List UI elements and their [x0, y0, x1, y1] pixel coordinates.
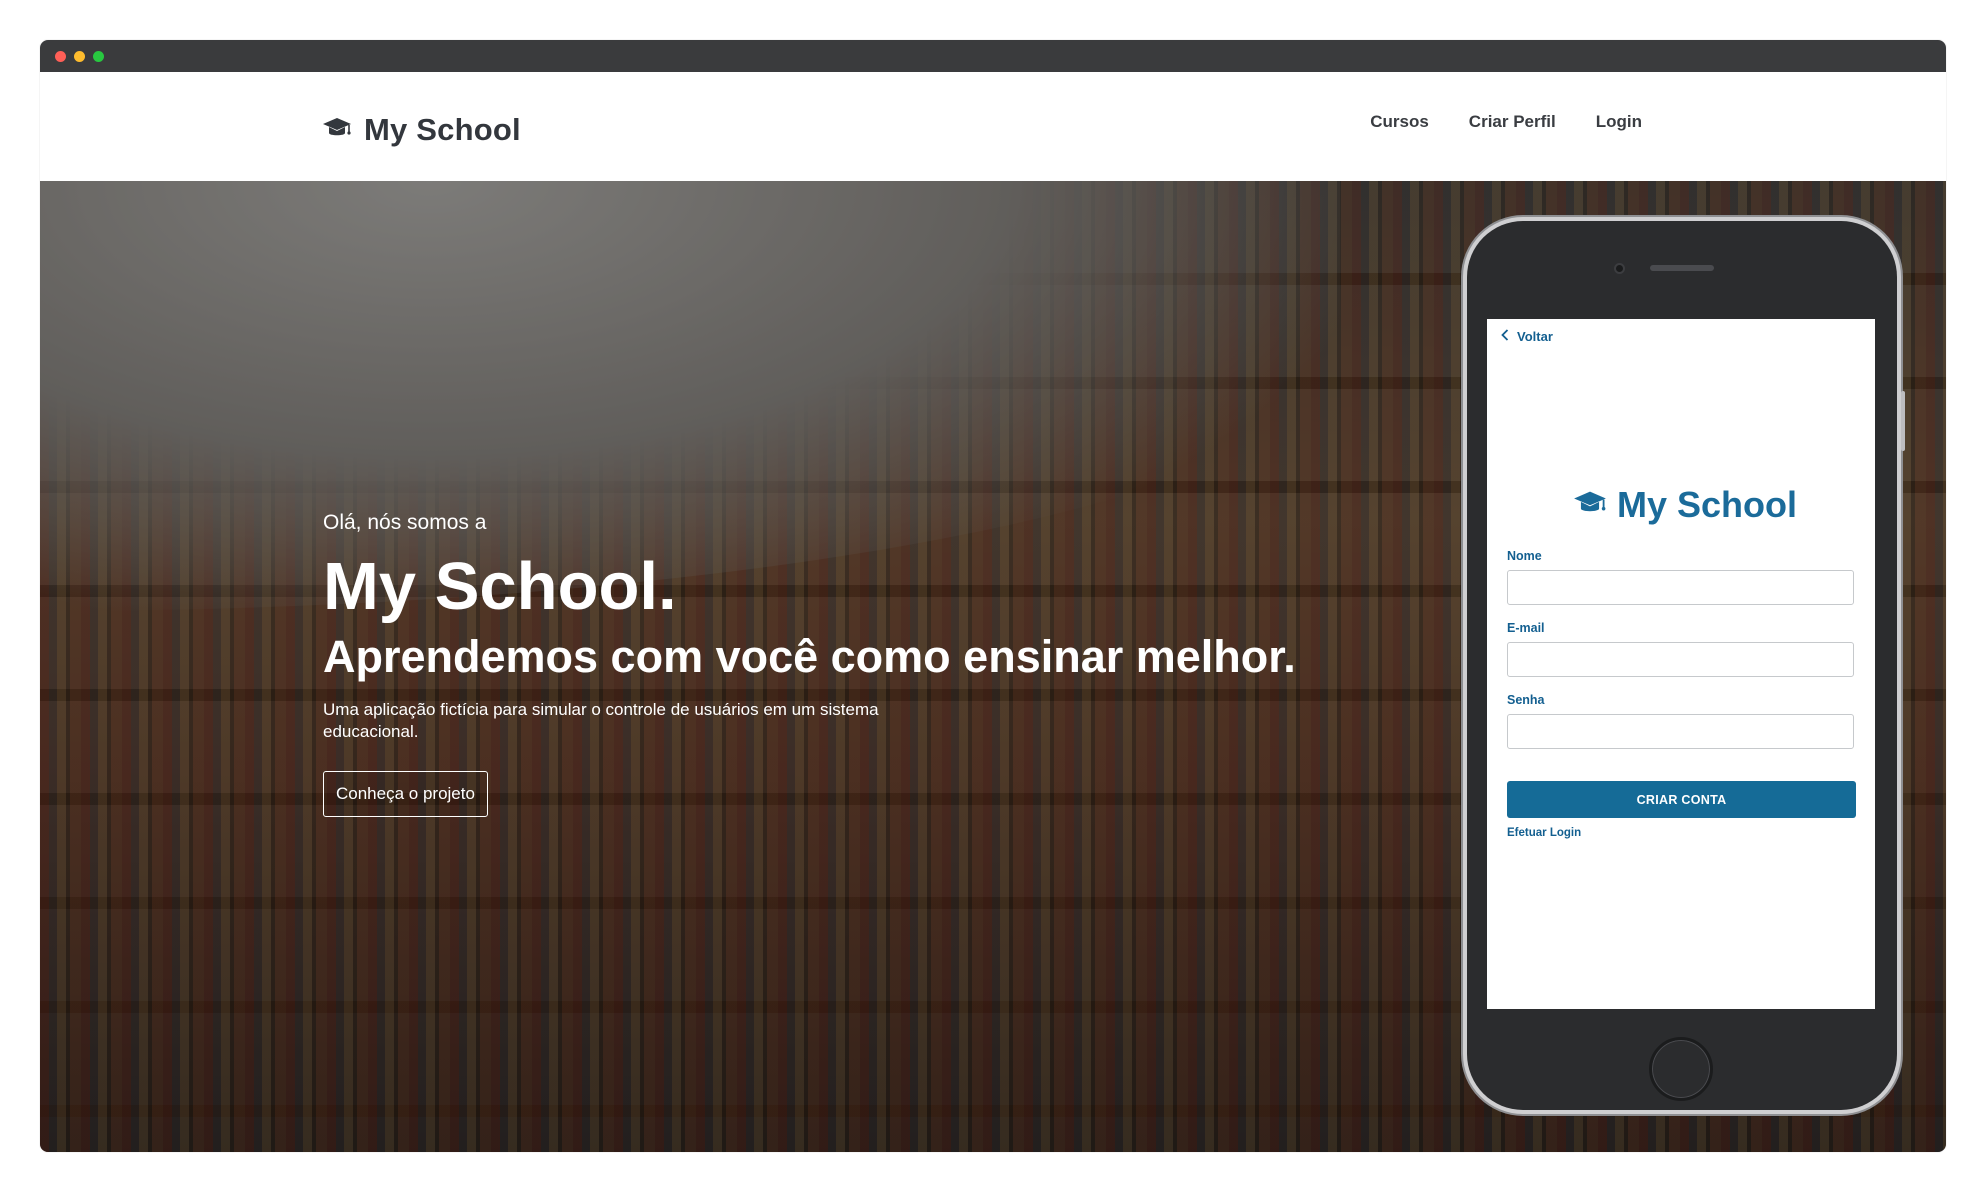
phone-speaker: [1650, 265, 1714, 271]
window-titlebar: [40, 40, 1946, 72]
nav-link-login[interactable]: Login: [1596, 112, 1642, 132]
email-label: E-mail: [1507, 621, 1545, 635]
site-navbar: My School Cursos Criar Perfil Login: [40, 72, 1946, 181]
phone-side-button: [1901, 391, 1905, 451]
nav-links: Cursos Criar Perfil Login: [1370, 112, 1642, 132]
nav-link-cursos[interactable]: Cursos: [1370, 112, 1429, 132]
senha-label: Senha: [1507, 693, 1545, 707]
nav-link-criar-perfil[interactable]: Criar Perfil: [1469, 112, 1556, 132]
graduation-cap-icon: [322, 117, 352, 144]
email-field[interactable]: [1507, 642, 1854, 677]
nome-label: Nome: [1507, 549, 1542, 563]
phone-home-button: [1649, 1037, 1713, 1101]
learn-project-button[interactable]: Conheça o projeto: [323, 771, 488, 817]
hero-kicker: Olá, nós somos a: [323, 511, 487, 534]
nome-field[interactable]: [1507, 570, 1854, 605]
hero-section: Olá, nós somos a My School. Aprendemos c…: [40, 181, 1946, 1152]
hero-title: My School.: [323, 549, 677, 624]
chevron-left-icon: [1501, 329, 1509, 344]
hero-description: Uma aplicação fictícia para simular o co…: [323, 700, 879, 741]
create-account-button[interactable]: CRIAR CONTA: [1507, 781, 1856, 818]
phone-mockup: Voltar My School Nome E-mail Senha CRIAR…: [1467, 221, 1905, 1110]
phone-screen: Voltar My School Nome E-mail Senha CRIAR…: [1487, 319, 1875, 1009]
senha-field[interactable]: [1507, 714, 1854, 749]
brand-home-link[interactable]: My School: [322, 110, 521, 150]
brand-title: My School: [364, 112, 521, 147]
phone-brand-title: My School: [1617, 484, 1798, 525]
browser-window: My School Cursos Criar Perfil Login Olá,…: [40, 40, 1946, 1152]
close-window-button[interactable]: [55, 51, 66, 62]
hero-subtitle: Aprendemos com você como ensinar melhor.: [323, 631, 1296, 682]
back-button[interactable]: Voltar: [1501, 329, 1553, 344]
back-label: Voltar: [1517, 329, 1553, 344]
phone-camera: [1616, 265, 1623, 272]
maximize-window-button[interactable]: [93, 51, 104, 62]
login-link[interactable]: Efetuar Login: [1507, 827, 1581, 839]
hero-text: Olá, nós somos a My School. Aprendemos c…: [323, 511, 1423, 817]
phone-brand: My School: [1573, 484, 1797, 526]
minimize-window-button[interactable]: [74, 51, 85, 62]
graduation-cap-icon: [1573, 490, 1607, 521]
